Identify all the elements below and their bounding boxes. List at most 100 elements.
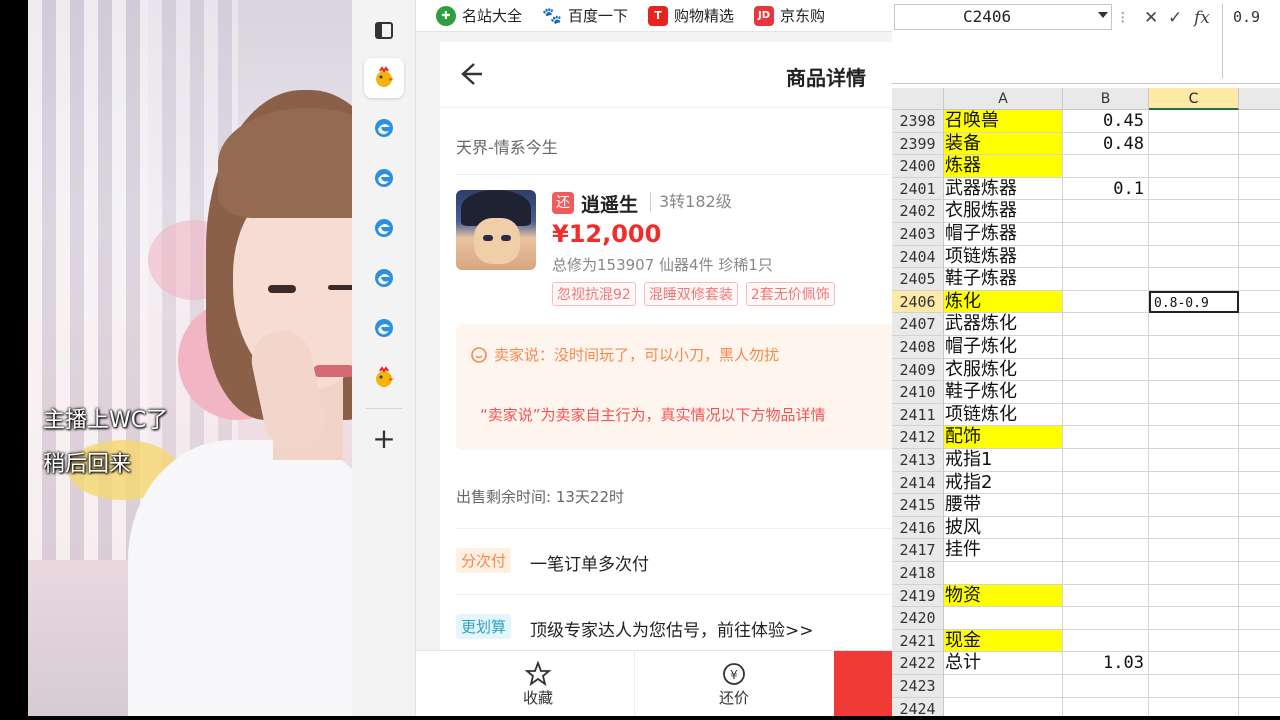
cell-d[interactable] [1239,494,1280,517]
cell-b[interactable] [1063,539,1149,562]
cell-d[interactable] [1239,313,1280,336]
cell-d[interactable] [1239,200,1280,223]
cell-d[interactable] [1239,585,1280,608]
row-number[interactable]: 2403 [892,223,944,246]
select-all-corner[interactable] [892,88,944,110]
row-number[interactable]: 2416 [892,516,944,540]
row-number[interactable]: 2409 [892,358,944,382]
row-number[interactable]: 2423 [892,675,944,698]
cell-a[interactable]: 装备 [944,132,1063,156]
edge-browser-icon[interactable] [364,308,404,348]
cell-b[interactable] [1063,245,1149,269]
active-cell[interactable]: 0.8-0.9 [1149,290,1239,314]
row-number[interactable]: 2404 [892,245,944,269]
cell-a[interactable]: 披风 [944,516,1063,540]
cell-c[interactable] [1149,132,1239,156]
bookmark-shopping[interactable]: T 购物精选 [648,5,734,26]
cell-a[interactable]: 腰带 [944,494,1063,517]
cell-c[interactable] [1149,629,1239,653]
cell-b[interactable]: 0.1 [1063,177,1149,201]
cell-a[interactable]: 召唤兽 [944,110,1063,133]
cell-a[interactable]: 项链炼器 [944,245,1063,269]
cell-c[interactable] [1149,200,1239,223]
cell-d[interactable] [1239,381,1280,404]
tabs-icon[interactable] [364,10,404,50]
cell-b[interactable] [1063,675,1149,698]
cell-a[interactable]: 现金 [944,629,1063,653]
cell-b[interactable] [1063,200,1149,223]
cell-b[interactable] [1063,607,1149,630]
cell-c[interactable] [1149,426,1239,449]
cell-b[interactable] [1063,358,1149,382]
row-number[interactable]: 2398 [892,110,944,133]
cell-b[interactable] [1063,223,1149,246]
character-avatar[interactable] [456,190,536,270]
cell-c[interactable] [1149,268,1239,291]
cell-b[interactable] [1063,584,1149,608]
cell-d[interactable] [1239,223,1280,246]
cell-d[interactable] [1239,336,1280,359]
row-number[interactable]: 2407 [892,313,944,336]
row-number[interactable]: 2415 [892,494,944,517]
cell-c[interactable] [1149,403,1239,427]
cell-b[interactable] [1063,403,1149,427]
cell-c[interactable] [1149,652,1239,675]
row-number[interactable]: 2424 [892,697,944,716]
cell-a[interactable]: 戒指1 [944,449,1063,472]
cell-d[interactable] [1239,178,1280,201]
cell-b[interactable] [1063,155,1149,178]
row-number[interactable]: 2401 [892,177,944,201]
cell-c[interactable] [1149,562,1239,585]
bookmark-baidu[interactable]: 🐾 百度一下 [542,5,628,26]
cell-c[interactable] [1149,449,1239,472]
cell-b[interactable] [1063,268,1149,291]
row-number[interactable]: 2414 [892,471,944,495]
cell-d[interactable] [1239,607,1280,630]
edge-browser-icon[interactable] [364,108,404,148]
cell-b[interactable] [1063,562,1149,585]
cell-a[interactable]: 炼化 [944,290,1063,314]
cell-b[interactable] [1063,697,1149,716]
cell-b[interactable] [1063,290,1149,314]
bargain-button[interactable]: ¥ 还价 [684,651,784,717]
cell-c[interactable] [1149,381,1239,404]
cell-b[interactable] [1063,516,1149,540]
cell-b[interactable] [1063,313,1149,336]
cell-c[interactable] [1149,313,1239,336]
cell-a[interactable]: 衣服炼器 [944,200,1063,223]
cell-d[interactable] [1239,698,1280,716]
favorite-button[interactable]: 收藏 [488,651,588,717]
cell-d[interactable] [1239,539,1280,562]
row-number[interactable]: 2402 [892,200,944,223]
cell-d[interactable] [1239,155,1280,178]
cell-d[interactable] [1239,630,1280,653]
cell-c[interactable] [1149,584,1239,608]
game-chicken-icon[interactable] [364,58,404,98]
cancel-icon[interactable]: ✕ [1144,8,1158,28]
cell-c[interactable] [1149,223,1239,246]
row-number[interactable]: 2412 [892,426,944,449]
cell-a[interactable]: 武器炼器 [944,177,1063,201]
cell-a[interactable]: 配饰 [944,426,1063,449]
row-number[interactable]: 2420 [892,607,944,630]
cell-d[interactable] [1239,404,1280,427]
cell-b[interactable]: 0.48 [1063,132,1149,156]
column-header-c[interactable]: C [1149,88,1239,110]
buy-button[interactable] [834,651,894,717]
edge-browser-icon[interactable] [364,158,404,198]
cell-b[interactable]: 1.03 [1063,652,1149,675]
cell-c[interactable] [1149,110,1239,133]
cell-b[interactable] [1063,449,1149,472]
cell-a[interactable]: 戒指2 [944,471,1063,495]
cell-b[interactable] [1063,494,1149,517]
row-number[interactable]: 2400 [892,155,944,178]
chevron-down-icon[interactable] [1098,12,1108,18]
cell-c[interactable] [1149,607,1239,630]
cell-c[interactable] [1149,516,1239,540]
row-number[interactable]: 2410 [892,381,944,404]
add-icon[interactable]: + [364,418,404,458]
cell-c[interactable] [1149,675,1239,698]
cell-d[interactable] [1239,652,1280,675]
cell-a[interactable]: 挂件 [944,539,1063,562]
cell-c[interactable] [1149,358,1239,382]
